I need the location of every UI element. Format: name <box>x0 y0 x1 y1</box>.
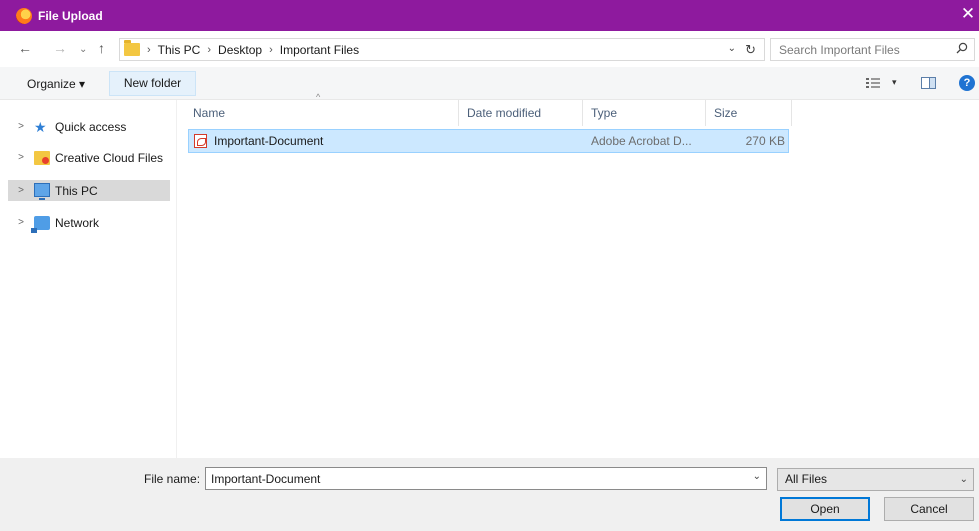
organize-button[interactable]: Organize ▾ <box>27 77 85 91</box>
expand-chevron-icon[interactable]: > <box>14 185 28 196</box>
firefox-icon <box>16 7 32 24</box>
column-header-date-modified[interactable]: Date modified <box>459 100 583 126</box>
breadcrumb-important-files[interactable]: Important Files <box>280 43 359 57</box>
this-pc-icon <box>34 182 50 200</box>
nav-item-creative-cloud-files[interactable]: > Creative Cloud Files <box>8 147 170 168</box>
address-bar[interactable]: › This PC › Desktop › Important Files ⌄ … <box>119 38 765 61</box>
breadcrumb-desktop[interactable]: Desktop <box>218 43 262 57</box>
cancel-button[interactable]: Cancel <box>884 497 974 521</box>
recent-locations-chevron-icon[interactable]: ⌄ <box>79 42 87 58</box>
expand-chevron-icon[interactable]: > <box>14 152 28 163</box>
breadcrumb-this-pc[interactable]: This PC <box>158 43 201 57</box>
up-arrow-icon[interactable]: ↑ <box>98 40 105 56</box>
column-headers: ^ Name Date modified Type Size <box>185 92 795 126</box>
column-header-name[interactable]: Name <box>185 100 459 126</box>
view-options-icon[interactable] <box>866 77 880 89</box>
open-button[interactable]: Open <box>780 497 870 521</box>
address-row: ← → ⌄ ↑ › This PC › Desktop › Important … <box>0 31 979 67</box>
expand-chevron-icon[interactable]: > <box>14 121 28 132</box>
network-icon <box>31 215 50 233</box>
file-type: Adobe Acrobat D... <box>591 134 692 148</box>
title-bar: File Upload ✕ <box>0 0 979 31</box>
refresh-icon[interactable]: ↻ <box>745 42 756 58</box>
creative-cloud-folder-icon <box>34 150 50 165</box>
column-header-size[interactable]: Size <box>706 100 792 126</box>
bottom-panel: File name: ⌄ All Files ⌄ Open Cancel <box>0 458 979 531</box>
nav-item-label: Quick access <box>55 119 127 134</box>
nav-item-quick-access[interactable]: > ★ Quick access <box>8 116 170 137</box>
help-icon[interactable]: ? <box>959 75 975 91</box>
breadcrumb-separator-icon: › <box>147 43 151 56</box>
column-header-type[interactable]: Type <box>583 100 706 126</box>
close-icon[interactable]: ✕ <box>959 5 977 22</box>
breadcrumb-separator-icon: › <box>269 43 273 56</box>
nav-item-label: This PC <box>55 183 98 198</box>
address-dropdown-icon[interactable]: ⌄ <box>728 43 736 54</box>
file-name-input[interactable] <box>211 468 731 489</box>
expand-chevron-icon[interactable]: > <box>14 217 28 228</box>
command-bar: Organize ▾ New folder ▾ ? <box>0 67 979 100</box>
nav-item-label: Creative Cloud Files <box>55 150 164 165</box>
view-dropdown-icon[interactable]: ▾ <box>892 77 897 88</box>
nav-item-this-pc[interactable]: > This PC <box>8 180 170 201</box>
file-name-dropdown-icon[interactable]: ⌄ <box>753 471 761 482</box>
window-title: File Upload <box>38 8 103 23</box>
search-box[interactable] <box>770 38 975 61</box>
search-icon[interactable] <box>956 42 968 54</box>
star-icon: ★ <box>34 118 47 135</box>
pdf-file-icon <box>194 134 207 148</box>
nav-item-network[interactable]: > Network <box>8 212 170 233</box>
folder-icon <box>124 40 140 56</box>
file-row[interactable]: Important-Document Adobe Acrobat D... 27… <box>188 129 789 153</box>
back-arrow-icon[interactable]: ← <box>18 40 32 56</box>
file-name-combobox[interactable]: ⌄ <box>205 467 767 490</box>
search-input[interactable] <box>779 42 949 57</box>
file-name-label: File name: <box>144 472 201 486</box>
file-name: Important-Document <box>214 134 324 148</box>
navigation-pane: > ★ Quick access > Creative Cloud Files … <box>0 100 177 458</box>
new-folder-button[interactable]: New folder <box>109 71 196 96</box>
file-type-filter-value: All Files <box>785 472 828 486</box>
nav-item-label: Network <box>55 215 100 230</box>
breadcrumb-separator-icon: › <box>207 43 212 56</box>
file-size: 270 KB <box>745 134 785 148</box>
forward-arrow-icon[interactable]: → <box>53 40 67 56</box>
preview-pane-icon[interactable] <box>921 77 936 89</box>
filter-dropdown-icon[interactable]: ⌄ <box>960 469 968 490</box>
file-type-filter-select[interactable]: All Files ⌄ <box>777 468 974 491</box>
